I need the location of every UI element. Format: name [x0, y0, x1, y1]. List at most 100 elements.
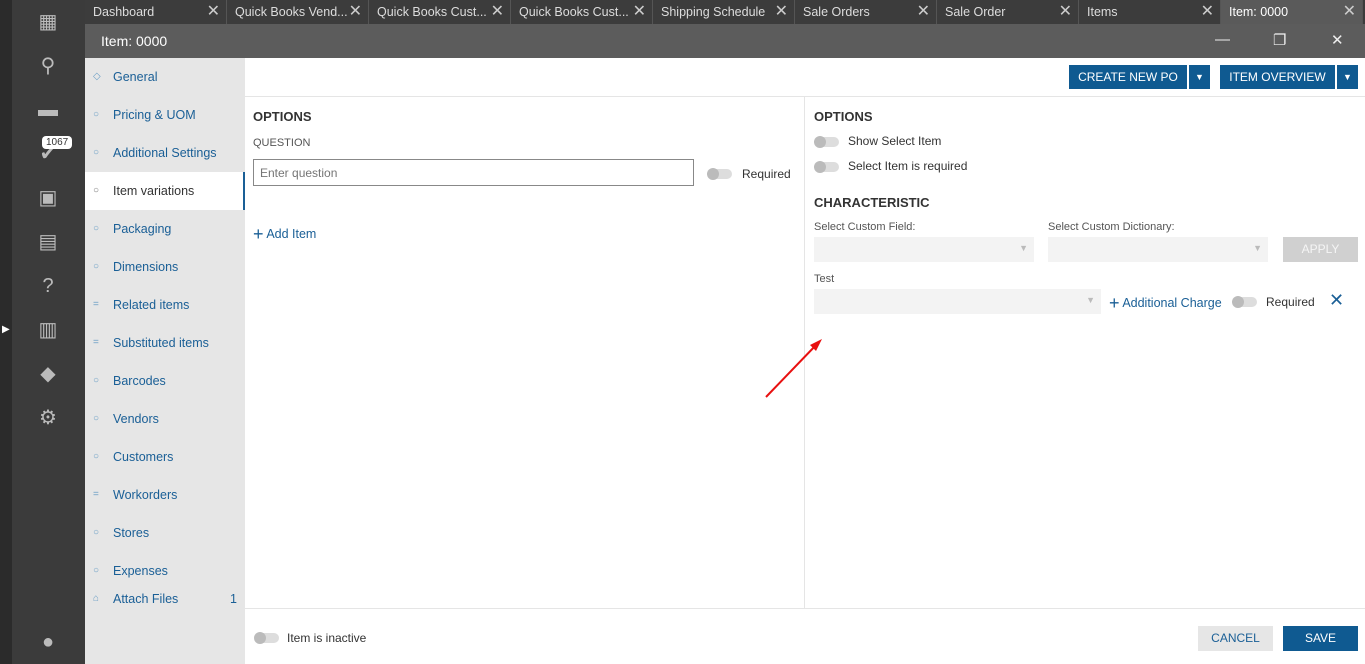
close-icon[interactable]: ✕ [1343, 0, 1356, 24]
expand-rail-icon[interactable]: ▶ [2, 324, 10, 335]
folder-icon[interactable]: ▬ [36, 98, 60, 122]
add-item-button[interactable]: + Add Item [253, 224, 316, 245]
close-icon[interactable]: ✕ [633, 0, 646, 24]
tab[interactable]: Quick Books Cust... ✕ [511, 0, 653, 24]
nav-item-packaging[interactable]: ○ Packaging [85, 210, 245, 248]
tab[interactable]: Shipping Schedule ✕ [653, 0, 795, 24]
nav-label: Expenses [113, 564, 168, 578]
custom-field-select[interactable]: ▼ [814, 237, 1034, 262]
apply-button[interactable]: APPLY [1283, 237, 1358, 262]
list-icon: = [93, 299, 99, 310]
item-overview-dropdown[interactable]: ▼ [1337, 65, 1358, 89]
nav-label: Item variations [113, 184, 195, 198]
nav-item-item-variations[interactable]: ○ Item variations [85, 172, 245, 210]
close-icon[interactable]: ✕ [349, 0, 362, 24]
tab-active[interactable]: Item: 0000 ✕ [1221, 0, 1363, 24]
tab[interactable]: Sale Order ✕ [937, 0, 1079, 24]
custom-field-label: Select Custom Field: [814, 221, 916, 233]
close-icon[interactable]: ✕ [207, 0, 220, 24]
nav-item-general[interactable]: ◇ General [85, 58, 245, 96]
window-titlebar: Item: 0000 — ❐ ✕ [85, 24, 1365, 58]
nav-item-vendors[interactable]: ○ Vendors [85, 400, 245, 438]
required-toggle[interactable] [707, 168, 732, 180]
circle-icon: ○ [93, 223, 100, 234]
tab-label: Items [1087, 5, 1118, 19]
nav-label: Related items [113, 298, 190, 312]
custom-dictionary-select[interactable]: ▼ [1048, 237, 1268, 262]
required-toggle[interactable] [1232, 296, 1257, 308]
show-select-item-label: Show Select Item [848, 134, 942, 148]
test-select[interactable]: ▼ [814, 289, 1101, 314]
search-icon[interactable]: ⚲ [36, 54, 60, 78]
select-item-required-toggle[interactable] [814, 161, 839, 173]
tab-label: Dashboard [93, 5, 155, 19]
minimize-icon[interactable]: — [1215, 31, 1230, 48]
nav-item-dimensions[interactable]: ○ Dimensions [85, 248, 245, 286]
circle-icon: ○ [93, 109, 100, 120]
store-icon[interactable]: ▤ [36, 230, 60, 254]
close-window-icon[interactable]: ✕ [1331, 31, 1344, 49]
dashboard-icon[interactable]: ▦ [36, 10, 60, 34]
item-inactive-toggle[interactable] [254, 632, 279, 644]
tab[interactable]: Sale Orders ✕ [795, 0, 937, 24]
nav-label: Pricing & UOM [113, 108, 196, 122]
additional-charge-button[interactable]: + Additional Charge [1109, 293, 1222, 314]
required-label: Required [742, 167, 791, 181]
remove-icon[interactable]: ✕ [1329, 290, 1344, 311]
restore-icon[interactable]: ❐ [1273, 31, 1286, 49]
tab-bar: Dashboard ✕ Quick Books Vend... ✕ Quick Bo… [85, 0, 1365, 24]
list-icon: = [93, 489, 99, 500]
footer: Item is inactive CANCEL SAVE [245, 608, 1365, 664]
list-icon: = [93, 337, 99, 348]
contacts-icon[interactable]: ▣ [36, 186, 60, 210]
nav-item-expenses[interactable]: ○ Expenses [85, 552, 245, 590]
add-item-label: Add Item [266, 227, 317, 241]
cancel-button[interactable]: CANCEL [1198, 626, 1273, 651]
tab-label: Quick Books Cust... [377, 5, 487, 19]
characteristic-panel: OPTIONS Show Select Item Select Item is … [805, 97, 1365, 608]
nav-item-related-items[interactable]: = Related items [85, 286, 245, 324]
nav-item-barcodes[interactable]: ○ Barcodes [85, 362, 245, 400]
create-po-dropdown[interactable]: ▼ [1189, 65, 1210, 89]
toolbar: CREATE NEW PO ▼ ITEM OVERVIEW ▼ [245, 58, 1365, 97]
close-icon[interactable]: ✕ [491, 0, 504, 24]
nav-item-pricing[interactable]: ○ Pricing & UOM [85, 96, 245, 134]
tag-icon[interactable]: ◆ [36, 362, 60, 386]
nav-item-substituted-items[interactable]: = Substituted items [85, 324, 245, 362]
chevron-down-icon: ▼ [1253, 243, 1262, 253]
nav-label: Attach Files [113, 592, 179, 604]
show-select-item-toggle[interactable] [814, 136, 839, 148]
tab-label: Sale Order [945, 5, 1006, 19]
nav-item-customers[interactable]: ○ Customers [85, 438, 245, 476]
user-icon[interactable]: ● [36, 630, 60, 654]
tab[interactable]: Dashboard ✕ [85, 0, 227, 24]
tab[interactable]: Items ✕ [1079, 0, 1221, 24]
tab-label: Quick Books Cust... [519, 5, 629, 19]
item-overview-button[interactable]: ITEM OVERVIEW [1220, 65, 1335, 89]
nav-item-stores[interactable]: ○ Stores [85, 514, 245, 552]
nav-label: Packaging [113, 222, 172, 236]
close-icon[interactable]: ✕ [1059, 0, 1072, 24]
nav-label: Substituted items [113, 336, 209, 350]
create-new-po-button[interactable]: CREATE NEW PO [1069, 65, 1187, 89]
nav-item-workorders[interactable]: = Workorders [85, 476, 245, 514]
close-icon[interactable]: ✕ [917, 0, 930, 24]
options-heading: OPTIONS [253, 109, 312, 124]
close-icon[interactable]: ✕ [775, 0, 788, 24]
help-clipboard-icon[interactable]: ? [36, 274, 60, 298]
save-button[interactable]: SAVE [1283, 626, 1358, 651]
nav-item-additional-settings[interactable]: ○ Additional Settings [85, 134, 245, 172]
question-input[interactable] [253, 159, 694, 186]
chevron-down-icon: ▼ [1086, 295, 1095, 305]
tab[interactable]: Quick Books Vend... ✕ [227, 0, 369, 24]
circle-icon: ○ [93, 375, 100, 386]
gear-icon[interactable]: ⚙ [36, 406, 60, 430]
tab[interactable]: Quick Books Cust... ✕ [369, 0, 511, 24]
circle-icon: ○ [93, 147, 100, 158]
clipboard-icon[interactable]: ▥ [36, 318, 60, 342]
close-icon[interactable]: ✕ [1201, 0, 1214, 24]
characteristic-heading: CHARACTERISTIC [814, 195, 930, 210]
nav-item-attach-files[interactable]: ⌂ Attach Files 1 [85, 590, 245, 604]
nav-label: Additional Settings [113, 146, 217, 160]
circle-icon: ○ [93, 413, 100, 424]
